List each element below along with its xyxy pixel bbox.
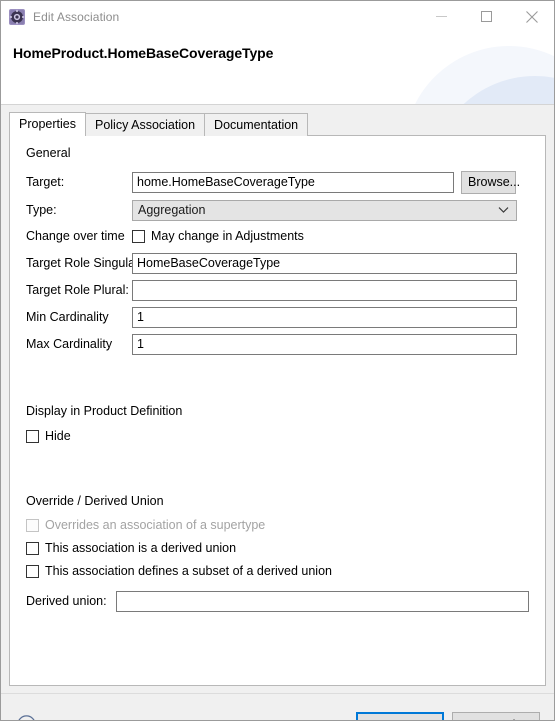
target-label: Target: — [26, 175, 65, 189]
footer-buttons: OK Cancel — [356, 712, 540, 720]
min-cardinality-label: Min Cardinality — [26, 310, 109, 324]
type-dropdown[interactable]: Aggregation — [132, 199, 517, 221]
target-role-singular-input[interactable] — [132, 252, 517, 274]
derived-union-input[interactable] — [116, 590, 529, 612]
tab-policy-association[interactable]: Policy Association — [84, 113, 206, 136]
ok-button[interactable]: OK — [356, 712, 444, 720]
window-controls — [419, 1, 554, 32]
maximize-button[interactable] — [464, 1, 509, 32]
dialog-footer: ? OK Cancel — [1, 693, 554, 720]
derived-union-checkbox[interactable] — [26, 541, 39, 555]
page-title: HomeProduct.HomeBaseCoverageType — [13, 45, 274, 61]
association-gear-icon — [9, 8, 25, 25]
hide-label: Hide — [45, 429, 71, 443]
row-target-role-singular: Target Role Singular: — [10, 252, 545, 274]
minimize-button[interactable] — [419, 1, 464, 32]
title-bar: Edit Association — [1, 1, 554, 32]
dialog-banner: HomeProduct.HomeBaseCoverageType — [1, 32, 554, 105]
row-derived-union: Derived union: — [10, 590, 545, 612]
subset-derived-union-checkbox[interactable] — [26, 564, 39, 578]
derived-union-field-label: Derived union: — [26, 594, 107, 608]
dialog-body: Properties Policy Association Documentat… — [1, 105, 554, 693]
derived-union-checkbox-row[interactable]: This association is a derived union — [26, 541, 236, 555]
row-type: Type: Aggregation — [10, 199, 545, 221]
tab-panel-properties: General Target: Browse... Type: Aggregat… — [9, 135, 546, 686]
hide-checkbox[interactable] — [26, 429, 39, 443]
max-cardinality-label: Max Cardinality — [26, 337, 113, 351]
type-label: Type: — [26, 203, 57, 217]
hide-checkbox-row[interactable]: Hide — [26, 429, 71, 443]
row-change-over-time: Change over time May change in Adjustmen… — [10, 225, 545, 247]
override-group-label: Override / Derived Union — [26, 494, 164, 508]
row-min-cardinality: Min Cardinality — [10, 306, 545, 328]
row-target: Target: Browse... — [10, 170, 545, 194]
row-max-cardinality: Max Cardinality — [10, 333, 545, 355]
overrides-supertype-checkbox — [26, 518, 39, 532]
subset-derived-union-label: This association defines a subset of a d… — [45, 564, 332, 578]
properties-form: General Target: Browse... Type: Aggregat… — [10, 136, 545, 612]
target-role-plural-label: Target Role Plural: — [26, 283, 129, 297]
browse-button[interactable]: Browse... — [461, 170, 520, 194]
overrides-supertype-checkbox-row: Overrides an association of a supertype — [26, 518, 265, 532]
tab-documentation[interactable]: Documentation — [204, 113, 309, 136]
subset-derived-union-checkbox-row[interactable]: This association defines a subset of a d… — [26, 564, 332, 578]
type-dropdown-value: Aggregation — [138, 203, 206, 217]
max-cardinality-input[interactable] — [132, 333, 517, 355]
derived-union-checkbox-label: This association is a derived union — [45, 541, 237, 555]
chevron-down-icon — [498, 206, 512, 214]
may-change-checkbox[interactable] — [132, 229, 145, 243]
tab-folder: Properties Policy Association Documentat… — [9, 112, 546, 686]
tab-strip: Properties Policy Association Documentat… — [9, 112, 546, 137]
close-button[interactable] — [509, 1, 554, 32]
window-title: Edit Association — [33, 9, 120, 24]
may-change-checkbox-row[interactable]: May change in Adjustments — [132, 229, 304, 243]
row-target-role-plural: Target Role Plural: — [10, 279, 545, 301]
change-over-time-label: Change over time — [26, 229, 125, 243]
display-group-label: Display in Product Definition — [26, 404, 183, 418]
may-change-label: May change in Adjustments — [151, 229, 304, 243]
tab-properties[interactable]: Properties — [9, 112, 86, 137]
cancel-button[interactable]: Cancel — [452, 712, 540, 720]
help-question-icon[interactable]: ? — [17, 715, 36, 720]
target-role-singular-label: Target Role Singular: — [26, 256, 143, 270]
min-cardinality-input[interactable] — [132, 306, 517, 328]
overrides-supertype-label: Overrides an association of a supertype — [45, 518, 266, 532]
target-role-plural-input[interactable] — [132, 279, 517, 301]
target-input[interactable] — [132, 171, 454, 193]
edit-association-dialog: Edit Association HomeProduct.HomeBaseCov… — [0, 0, 555, 721]
general-group-label: General — [26, 146, 71, 160]
